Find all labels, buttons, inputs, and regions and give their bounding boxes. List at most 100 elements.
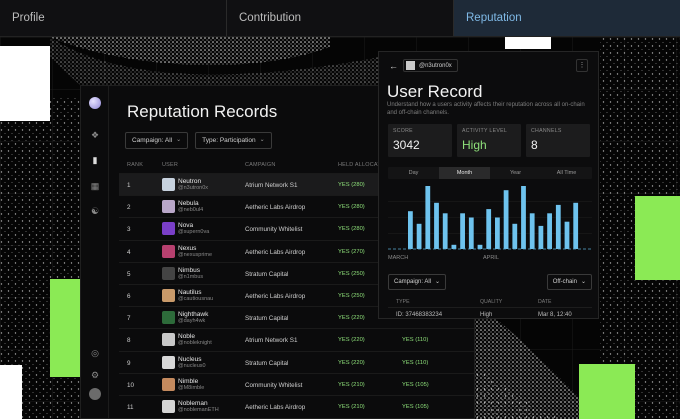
campaign-filter[interactable]: Campaign: All ⌄ — [125, 132, 189, 149]
bar-4[interactable] — [442, 213, 448, 249]
avatar[interactable] — [89, 388, 101, 400]
row-rank: 4 — [127, 248, 131, 256]
user-name: Nimble — [178, 377, 199, 385]
user-avatar — [162, 222, 175, 236]
held-allocation: YES (280) — [338, 182, 365, 188]
user-handle: @neb0ul4 — [178, 207, 204, 214]
bar-2[interactable] — [425, 186, 431, 249]
table-row[interactable]: 10 Nimble @M8imble Community Whitelist YES (… — [119, 372, 474, 395]
support-icon[interactable]: ◎ — [88, 346, 102, 360]
user-handle: @n3utron0x — [419, 62, 452, 69]
tab-reputation[interactable]: Reputation — [454, 0, 680, 36]
period-all-time[interactable]: All Time — [541, 167, 592, 179]
activity-date: Mar 8, 12:40 — [538, 312, 572, 318]
bar-16[interactable] — [547, 213, 552, 249]
bar-15[interactable] — [538, 225, 544, 249]
bar-1[interactable] — [416, 223, 422, 249]
channel-dropdown-label: Off-chain — [552, 279, 577, 285]
bar-chart-icon[interactable]: ▮ — [88, 153, 102, 167]
column-rank[interactable]: RANK — [127, 162, 143, 168]
calendar-icon[interactable]: ▦ — [88, 179, 102, 193]
user-handle: @n3utron0x — [178, 185, 209, 191]
bar-10[interactable] — [495, 217, 500, 250]
bar-9[interactable] — [486, 209, 492, 249]
campaign-name: Aetheric Labs Airdrop — [245, 403, 306, 411]
chevron-down-icon: ⌄ — [176, 137, 182, 143]
user-avatar — [162, 377, 175, 391]
row-rank: 8 — [127, 337, 131, 345]
bar-5[interactable] — [451, 244, 457, 249]
bar-18[interactable] — [564, 221, 570, 249]
campaign-dropdown[interactable]: Campaign: All ⌄ — [388, 274, 447, 290]
bar-17[interactable] — [555, 204, 561, 249]
white-block-bottom-left — [0, 365, 22, 419]
user-record-panel: ← @n3utron0x ⋮ User Record Understand ho… — [378, 51, 599, 319]
column-type[interactable]: TYPE — [396, 299, 410, 305]
campaign-name: Atrium Network S1 — [245, 337, 298, 345]
row-rank: 7 — [127, 315, 131, 323]
campaign-name: Stratum Capital — [245, 359, 289, 367]
tab-contribution[interactable]: Contribution — [227, 0, 454, 36]
gear-icon[interactable]: ⚙ — [88, 368, 102, 382]
table-row[interactable]: 11 Nobleman @noblemanETH Aetheric Labs Aird… — [119, 394, 474, 417]
panel-title: User Record — [387, 82, 483, 101]
table-row[interactable]: 8 Noble @nobleknight Atrium Network S1 YES (… — [119, 328, 474, 350]
bar-19[interactable] — [573, 202, 579, 249]
bar-6[interactable] — [460, 213, 465, 249]
bar-0[interactable] — [408, 211, 413, 249]
type-filter[interactable]: Type: Participation ⌄ — [195, 132, 272, 149]
held-allocation-secondary: YES (110) — [402, 359, 429, 366]
bar-12[interactable] — [512, 223, 518, 249]
column-user[interactable]: USER — [162, 162, 178, 168]
held-allocation-secondary: YES (110) — [402, 337, 429, 344]
period-selector: Day Month Year All Time — [388, 167, 592, 179]
bar-8[interactable] — [477, 244, 483, 249]
user-avatar — [162, 311, 175, 325]
back-arrow-icon[interactable]: ← — [389, 61, 398, 71]
row-rank: 3 — [127, 226, 131, 234]
activity-table-header: TYPE QUALITY DATE — [388, 298, 592, 308]
green-block-right — [635, 196, 680, 280]
top-tab-bar: Profile Contribution Reputation — [0, 0, 680, 37]
users-icon[interactable]: ☯ — [88, 204, 102, 218]
column-date[interactable]: DATE — [538, 299, 551, 305]
table-filters: Campaign: All ⌄ Off-chain ⌄ — [388, 274, 592, 290]
period-day[interactable]: Day — [388, 167, 439, 179]
compass-icon[interactable]: ❖ — [88, 128, 102, 142]
bar-7[interactable] — [468, 217, 474, 250]
table-row[interactable]: 9 Nucleus @nucleus0 Stratum Capital YES (220… — [119, 350, 474, 373]
column-campaign[interactable]: CAMPAIGN — [245, 162, 276, 168]
user-avatar — [162, 288, 175, 302]
bar-11[interactable] — [503, 190, 509, 249]
stat-score: SCORE 3042 — [388, 124, 452, 157]
bar-14[interactable] — [529, 213, 535, 249]
stat-label: CHANNELS — [531, 128, 562, 134]
campaign-name: Community Whitelist — [245, 226, 303, 234]
bar-13[interactable] — [521, 186, 526, 249]
user-name: Nucleus — [178, 355, 202, 363]
user-avatar — [162, 178, 175, 191]
more-menu-icon[interactable]: ⋮ — [576, 59, 588, 72]
campaign-dropdown-label: Campaign: All — [394, 279, 432, 285]
panel-description: Understand how a users activity affects … — [387, 102, 585, 116]
held-allocation: YES (210) — [338, 381, 365, 388]
bar-3[interactable] — [434, 202, 439, 249]
channel-dropdown[interactable]: Off-chain ⌄ — [546, 274, 592, 290]
user-name: Nimbus — [178, 266, 201, 274]
period-month[interactable]: Month — [439, 167, 490, 179]
user-chip[interactable]: @n3utron0x — [403, 59, 458, 72]
user-name: Nighthawk — [178, 311, 209, 319]
held-allocation: YES (220) — [338, 359, 365, 366]
campaign-name: Stratum Capital — [245, 270, 289, 278]
period-year[interactable]: Year — [490, 167, 541, 179]
held-allocation: YES (250) — [338, 292, 365, 299]
app-logo[interactable] — [89, 97, 101, 109]
tab-profile[interactable]: Profile — [0, 0, 227, 36]
column-quality[interactable]: QUALITY — [480, 299, 502, 305]
page-title: Reputation Records — [127, 102, 278, 121]
stat-label: SCORE — [393, 128, 413, 134]
column-held[interactable]: HELD ALLOCATI — [338, 162, 383, 168]
row-rank: 6 — [127, 292, 131, 300]
user-name: Nebula — [178, 200, 199, 208]
user-avatar — [162, 333, 175, 347]
